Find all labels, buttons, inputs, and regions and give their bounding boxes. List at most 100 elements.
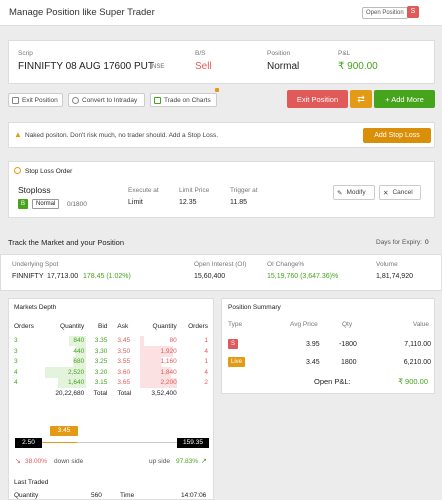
summary-header-value: Value: [412, 321, 429, 328]
summary-row: S 3.95 -1800 7,110.00: [222, 336, 440, 356]
limit-price-label: Limit Price: [179, 187, 210, 194]
warning-icon: ▲: [14, 130, 22, 139]
convert-intraday-button[interactable]: Convert to Intraday: [68, 93, 145, 107]
stoploss-qty: 0/1800: [67, 201, 87, 208]
stoploss-title: Stop Loss Order: [25, 168, 73, 175]
bid-orders: 3: [14, 358, 18, 366]
add-stop-loss-button[interactable]: Add Stop Loss: [363, 128, 431, 143]
sell-type-badge: S: [228, 339, 238, 349]
down-label: down side: [54, 458, 84, 465]
ask-orders: 1: [204, 358, 208, 366]
depth-header-row: Orders Quantity Bid Ask Quantity Orders: [12, 321, 210, 332]
position-info-panel: Scrip FINNIFTY 08 AUG 17600 PUT NSE B/S …: [8, 40, 435, 84]
open-pnl-label: Open P&L:: [314, 377, 351, 386]
edit-icon: ✎: [337, 189, 343, 197]
pnl-value: ₹ 900.00: [338, 61, 378, 72]
up-trend-icon: ↗: [201, 458, 207, 465]
exit-position-link[interactable]: Exit Position: [8, 93, 63, 107]
sell-badge: S: [407, 6, 419, 18]
ask-price: 3.65: [117, 379, 131, 387]
modify-button[interactable]: ✎ Modify: [333, 185, 375, 200]
position-type-value: Normal: [267, 61, 300, 72]
pnl-label: P&L: [338, 50, 351, 57]
swap-button[interactable]: ⇄: [350, 90, 372, 108]
depth-total-row: 20,22,680 Total Total 3,52,400: [12, 388, 210, 399]
bid-qty: 2,520: [43, 367, 87, 378]
bs-label: B/S: [195, 50, 206, 57]
exit-position-button[interactable]: Exit Position: [287, 90, 348, 108]
market-panel: Underlying Spot FINNIFTY 17,713.00 178.4…: [0, 254, 442, 291]
bid-orders: 4: [14, 379, 18, 387]
ask-price: 3.45: [117, 337, 131, 345]
dialog-title: Manage Position like Super Trader: [9, 7, 155, 18]
depth-row: 3 680 3.25 3.55 1,160 1: [12, 356, 210, 367]
bid-price: 3.35: [94, 337, 108, 345]
order-type-badge: Normal: [32, 199, 60, 209]
stoploss-name: Stoploss: [18, 185, 51, 195]
exit-position-link-label: Exit Position: [22, 96, 58, 104]
position-type-label: Position: [267, 50, 291, 57]
expiry-label: Days for Expiry:: [376, 239, 422, 246]
summary-qty: -1800: [339, 341, 357, 348]
ask-orders: 2: [204, 379, 208, 387]
open-position-tag[interactable]: Open Position: [362, 7, 408, 19]
spot-name: FINNIFTY: [12, 273, 44, 280]
bid-qty: 680: [43, 356, 87, 367]
down-pct: 38.00%: [25, 458, 48, 465]
trigger-label: Trigger at: [230, 187, 258, 194]
add-more-button[interactable]: + Add More: [374, 90, 435, 108]
last-traded-title: Last Traded: [14, 479, 49, 486]
track-title: Track the Market and your Position: [8, 238, 125, 247]
modify-label: Modify: [346, 189, 366, 196]
bid-qty: 440: [43, 346, 87, 357]
stoploss-icon: [14, 167, 21, 174]
warning-panel: ▲ Naked positon. Don't risk much, no tra…: [8, 122, 435, 148]
open-pnl-value: ₹ 900.00: [398, 377, 428, 386]
trade-on-charts-button[interactable]: Trade on Charts: [150, 93, 217, 107]
bs-value: Sell: [195, 61, 212, 72]
bid-price: 3.30: [94, 347, 108, 355]
last-time-value: 14:07:06: [181, 492, 207, 499]
ask-price: 3.60: [117, 368, 131, 376]
current-price-marker: 3.45: [50, 426, 78, 436]
bid-qty: 840: [43, 335, 87, 346]
limit-price-value: 12.35: [179, 199, 197, 206]
add-stop-loss-label: Add Stop Loss: [374, 132, 420, 139]
market-depth-panel: Markets Depth Orders Quantity Bid Ask Qu…: [8, 298, 214, 500]
buy-badge: B: [18, 199, 28, 209]
ask-orders: 1: [204, 337, 208, 345]
high-price-tag: 159.35: [177, 438, 209, 448]
add-more-label: + Add More: [385, 94, 424, 104]
dialog-header: Manage Position like Super Trader Open P…: [0, 0, 442, 26]
summary-row: Live 3.45 1800 6,210.00: [222, 354, 440, 374]
cancel-button[interactable]: ✕ Cancel: [379, 185, 421, 200]
oi-change-value: 15,19,760 (3,647.36)%: [267, 273, 339, 280]
low-price-tag: 2.50: [15, 438, 42, 448]
convert-icon: [72, 96, 79, 104]
bid-orders: 4: [14, 368, 18, 376]
up-label: up side: [149, 458, 170, 465]
total-label-ask: Total: [117, 389, 132, 397]
oi-change-label: OI Change%: [267, 261, 305, 268]
volume-value: 1,81,74,920: [376, 273, 413, 280]
depth-header-ask: Ask: [117, 322, 129, 330]
depth-row: 3 840 3.35 3.45 80 1: [12, 335, 210, 346]
warning-text: Naked positon. Don't risk much, no trade…: [25, 132, 219, 139]
summary-avg: 3.45: [306, 359, 320, 366]
summary-header-avg: Avg Price: [290, 321, 318, 328]
chart-icon: [154, 96, 161, 104]
depth-row: 4 1,640 3.15 3.65 2,200 2: [12, 377, 210, 388]
summary-header-qty: Qty: [342, 321, 353, 328]
summary-header-type: Type: [228, 321, 243, 328]
depth-header-orders: Orders: [14, 322, 34, 330]
position-summary-panel: Position Summary Type Avg Price Qty Valu…: [221, 298, 435, 394]
execute-label: Execute at: [128, 187, 159, 194]
ask-qty: 1,160: [140, 356, 179, 367]
bid-price: 3.25: [94, 358, 108, 366]
convert-intraday-label: Convert to Intraday: [82, 96, 138, 104]
summary-title: Position Summary: [228, 304, 281, 311]
bid-price: 3.20: [94, 368, 108, 376]
spot-change: 178.45 (1.02%): [83, 273, 131, 280]
new-indicator-icon: [215, 88, 219, 92]
bid-price: 3.15: [94, 379, 108, 387]
